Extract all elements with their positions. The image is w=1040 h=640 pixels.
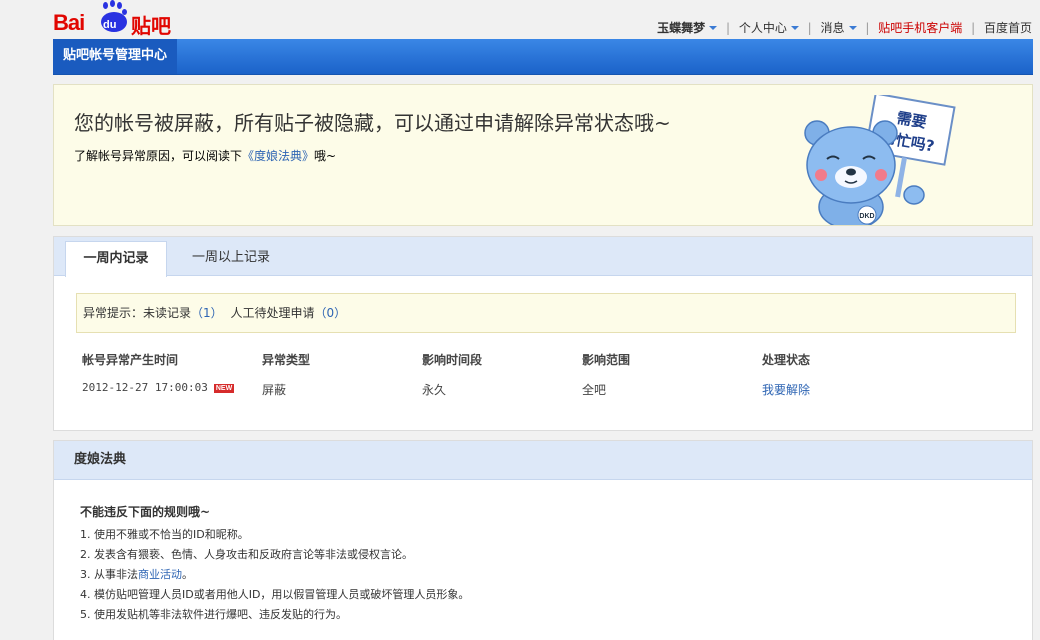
rules-subtitle: 不能违反下面的规则哦~: [80, 505, 211, 519]
rules-list: 1. 使用不雅或不恰当的ID和昵称。 2. 发表含有猥亵、色情、人身攻击和反政府…: [80, 525, 469, 625]
logo-du-text: du: [103, 19, 117, 31]
column-header-status: 处理状态: [762, 353, 811, 367]
record-time-value: 2012-12-27 17:00:03: [82, 381, 208, 394]
hint-pending-label: 人工待处理申请: [230, 306, 315, 320]
record-period: 永久: [422, 383, 447, 397]
baidu-tieba-logo[interactable]: Bai du 贴吧: [53, 0, 183, 38]
column-header-scope: 影响范围: [582, 353, 631, 367]
column-header-period: 影响时间段: [422, 353, 483, 367]
tab-within-week[interactable]: 一周内记录: [65, 241, 167, 277]
page-title[interactable]: 贴吧帐号管理中心: [53, 39, 178, 74]
records-tabs: 一周内记录 一周以上记录: [54, 237, 1032, 277]
rules-link[interactable]: 《度娘法典》: [242, 149, 314, 163]
unread-count-link[interactable]: （1）: [191, 306, 223, 320]
top-navigation: 玉蝶舞梦 | 个人中心 | 消息 | 贴吧手机客户端 | 百度首页: [657, 19, 1032, 36]
mobile-client-link[interactable]: 贴吧手机客户端: [878, 21, 962, 35]
header-bar: 贴吧帐号管理中心: [53, 39, 1033, 75]
chevron-down-icon[interactable]: [790, 25, 799, 30]
messages-link[interactable]: 消息: [821, 21, 845, 35]
rule-item: 3. 从事非法商业活动。: [80, 565, 469, 585]
column-header-type: 异常类型: [262, 353, 311, 367]
rule-text: 。: [182, 568, 193, 581]
logo-bai-text: Bai: [53, 10, 85, 35]
nav-divider: |: [865, 20, 870, 35]
column-header-time: 帐号异常产生时间: [82, 353, 179, 367]
blocked-notice-panel: 您的帐号被屏蔽，所有贴子被隐藏，可以通过申请解除异常状态哦~ 了解帐号异常原因，…: [53, 84, 1033, 226]
chevron-down-icon[interactable]: [848, 25, 857, 30]
rule-text: 3. 从事非法: [80, 568, 138, 581]
rule-item: 5. 使用发贴机等非法软件进行爆吧、违反发贴的行为。: [80, 608, 347, 621]
record-type: 屏蔽: [262, 383, 287, 397]
rules-title: 度娘法典: [74, 452, 127, 467]
rules-header: 度娘法典: [54, 441, 1032, 480]
rule-item: 4. 模仿贴吧管理人员ID或者用他人ID，用以假冒管理人员或破坏管理人员形象。: [80, 588, 470, 601]
record-status: 我要解除: [762, 381, 810, 398]
bear-badge-text: DKD: [859, 213, 874, 220]
pending-count-link[interactable]: （0）: [315, 306, 347, 320]
record-scope: 全吧: [582, 383, 607, 397]
abnormal-hint-box: 异常提示：未读记录（1） 人工待处理申请（0）: [76, 293, 1016, 333]
notice-prefix: 了解帐号异常原因，可以阅读下: [74, 149, 243, 163]
new-badge-icon: NEW: [213, 383, 235, 393]
nav-divider: |: [807, 20, 812, 35]
request-unblock-link[interactable]: 我要解除: [762, 383, 810, 397]
nav-divider: |: [725, 20, 730, 35]
notice-headline: 您的帐号被屏蔽，所有贴子被隐藏，可以通过申请解除异常状态哦~: [74, 111, 671, 135]
records-panel: 一周内记录 一周以上记录 异常提示：未读记录（1） 人工待处理申请（0） 帐号异…: [53, 236, 1033, 431]
record-time: 2012-12-27 17:00:03 NEW: [82, 381, 235, 394]
help-bear-mascot: 需要 帮忙吗? DKD: [804, 95, 956, 225]
username-menu[interactable]: 玉蝶舞梦: [657, 21, 705, 35]
rule-item: 2. 发表含有猥亵、色情、人身攻击和反政府言论等非法或侵权言论。: [80, 548, 413, 561]
notice-suffix: 哦~: [314, 149, 337, 163]
hint-unread-label: 异常提示：未读记录: [83, 306, 192, 320]
nav-divider: |: [971, 20, 976, 35]
rules-panel: 度娘法典 不能违反下面的规则哦~ 1. 使用不雅或不恰当的ID和昵称。 2. 发…: [53, 440, 1033, 640]
logo-tieba-text: 贴吧: [131, 14, 171, 38]
personal-center-link[interactable]: 个人中心: [739, 21, 787, 35]
commercial-activity-link[interactable]: 商业活动: [138, 568, 182, 581]
baidu-home-link[interactable]: 百度首页: [984, 21, 1032, 35]
tab-over-week[interactable]: 一周以上记录: [192, 241, 270, 275]
notice-subtext: 了解帐号异常原因，可以阅读下《度娘法典》哦~: [74, 147, 336, 164]
chevron-down-icon[interactable]: [709, 25, 718, 30]
rule-item: 1. 使用不雅或不恰当的ID和昵称。: [80, 528, 249, 541]
